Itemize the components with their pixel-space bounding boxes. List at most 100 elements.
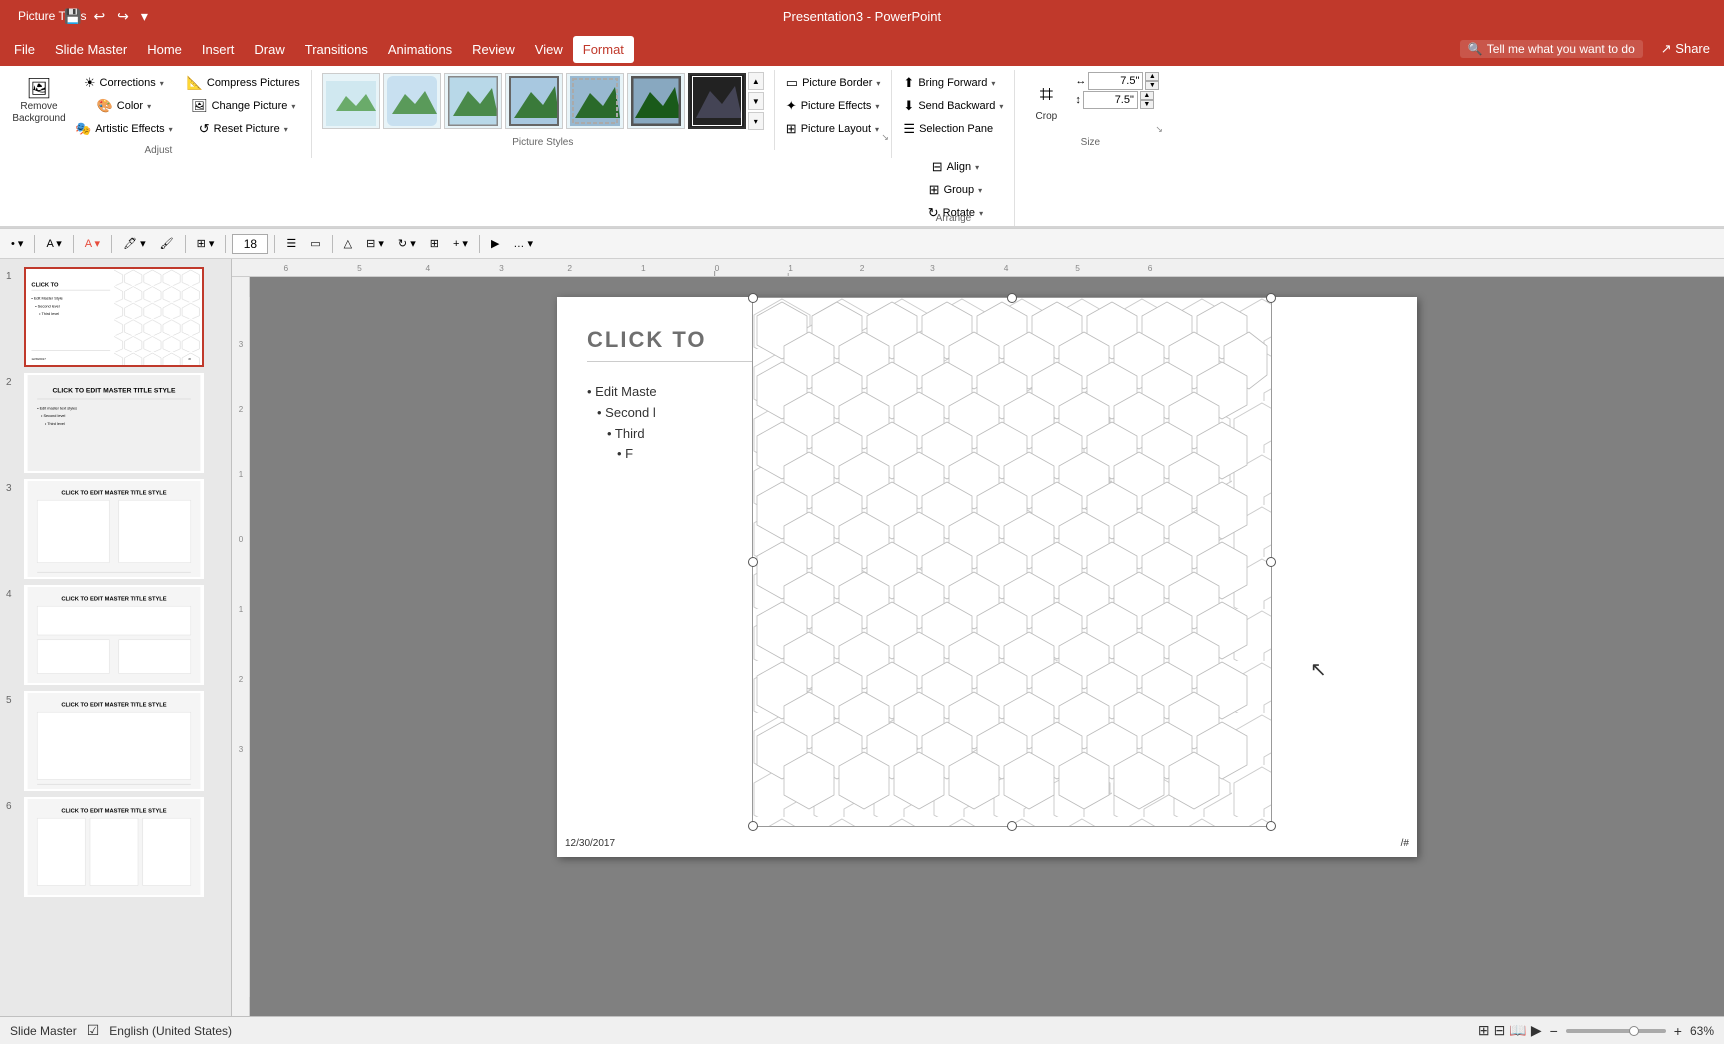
font-color-button[interactable]: A ▾ [80, 233, 105, 255]
bullet-button[interactable]: • ▾ [6, 233, 28, 255]
style-7-button[interactable] [688, 73, 746, 129]
border-dropdown-icon: ▾ [876, 79, 880, 88]
width-down[interactable]: ▼ [1145, 81, 1159, 90]
width-input[interactable] [1088, 72, 1143, 90]
remove-background-button[interactable]: 🖼 RemoveBackground [12, 72, 66, 132]
size-expand-icon[interactable]: ↘ [1155, 124, 1163, 132]
slide-thumb-6[interactable]: 6 CLICK TO EDIT MASTER TITLE STYLE [6, 797, 225, 897]
status-right: ⊞ ⊟ 📖 ▶ − + 63% [1478, 1022, 1714, 1039]
svg-text:• Second level: • Second level [41, 414, 65, 418]
slide-sorter-button[interactable]: ⊟ [1494, 1022, 1506, 1039]
smart-art-button[interactable]: ⊞ [425, 233, 444, 255]
qat-dropdown-icon[interactable]: ▾ [137, 6, 152, 27]
slide-show-button[interactable]: ▶ [1531, 1022, 1542, 1039]
style-1-button[interactable] [322, 73, 380, 129]
indent-button[interactable]: ⊞ ▾ [192, 233, 220, 255]
picture-effects-button[interactable]: ✦ Picture Effects ▾ [781, 95, 885, 117]
svg-text:2: 2 [238, 675, 243, 684]
insert-button[interactable]: + ▾ [448, 233, 473, 255]
slide-date: 12/30/2017 [565, 838, 615, 849]
canvas-row: 3 2 1 0 1 2 3 CLICK TO [232, 277, 1724, 1016]
menu-draw[interactable]: Draw [244, 36, 294, 63]
font-size-input[interactable] [232, 234, 268, 254]
border-style-button[interactable]: ▭ [305, 233, 325, 255]
picture-layout-button[interactable]: ⊞ Picture Layout ▾ [781, 118, 884, 140]
svg-text:• Edit Master Style: • Edit Master Style [31, 297, 62, 301]
compress-pictures-button[interactable]: 📐 Compress Pictures [182, 72, 305, 94]
bring-forward-button[interactable]: ⬆ Bring Forward ▾ [898, 72, 1000, 94]
artistic-effects-button[interactable]: 🎭 Artistic Effects ▾ [70, 118, 178, 140]
gallery-scroll-down[interactable]: ▼ [748, 92, 764, 110]
svg-text:• Second level: • Second level [35, 304, 59, 308]
send-backward-button[interactable]: ⬇ Send Backward ▾ [898, 95, 1008, 117]
undo-icon[interactable]: ↩ [89, 6, 109, 27]
picture-border-button[interactable]: ▭ Picture Border ▾ [781, 72, 886, 94]
save-icon[interactable]: 💾 [60, 6, 85, 27]
menu-animations[interactable]: Animations [378, 36, 462, 63]
normal-view-button[interactable]: ⊞ [1478, 1022, 1490, 1039]
slide-image-5[interactable]: CLICK TO EDIT MASTER TITLE STYLE [24, 691, 204, 791]
hex-pattern-image[interactable] [752, 297, 1272, 827]
format-button[interactable]: 🖌 [155, 233, 179, 255]
corrections-button[interactable]: ☀ Corrections ▾ [70, 72, 178, 94]
height-down[interactable]: ▼ [1140, 100, 1154, 109]
gallery-scroll-up[interactable]: ▲ [748, 72, 764, 90]
menu-transitions[interactable]: Transitions [295, 36, 378, 63]
menu-insert[interactable]: Insert [192, 36, 245, 63]
menu-view[interactable]: View [525, 36, 573, 63]
arrange-label: Arrange [892, 213, 1014, 224]
svg-text:1: 1 [238, 470, 243, 479]
style-4-button[interactable] [505, 73, 563, 129]
slide-thumb-1[interactable]: 1 CLICK TO [6, 267, 225, 367]
slide-thumb-3[interactable]: 3 CLICK TO EDIT MASTER TITLE STYLE [6, 479, 225, 579]
align-text-button[interactable]: ☰ [281, 233, 301, 255]
width-up[interactable]: ▲ [1145, 72, 1159, 81]
rotate-toolbar-button[interactable]: ↻ ▾ [393, 233, 421, 255]
menu-slide-master[interactable]: Slide Master [45, 36, 137, 63]
slide-thumb-5[interactable]: 5 CLICK TO EDIT MASTER TITLE STYLE [6, 691, 225, 791]
menu-home[interactable]: Home [137, 36, 192, 63]
slide-image-2[interactable]: CLICK TO EDIT MASTER TITLE STYLE • Edit … [24, 373, 204, 473]
color-button[interactable]: 🎨 Color ▾ [70, 95, 178, 117]
arrange-toolbar-button[interactable]: ⊟ ▾ [361, 233, 389, 255]
slide-thumb-4[interactable]: 4 CLICK TO EDIT MASTER TITLE STYLE [6, 585, 225, 685]
reading-view-button[interactable]: 📖 [1509, 1022, 1526, 1039]
redo-icon[interactable]: ↪ [113, 6, 133, 27]
menu-file[interactable]: File [4, 36, 45, 63]
slide-thumb-2[interactable]: 2 CLICK TO EDIT MASTER TITLE STYLE • Edi… [6, 373, 225, 473]
zoom-minus-button[interactable]: − [1550, 1023, 1558, 1039]
slide-image-6[interactable]: CLICK TO EDIT MASTER TITLE STYLE [24, 797, 204, 897]
zoom-percent[interactable]: 63% [1690, 1024, 1714, 1038]
font-button[interactable]: A ▾ [41, 233, 66, 255]
gallery-more[interactable]: ▾ [748, 112, 764, 130]
expand-icon[interactable]: ↘ [881, 132, 889, 140]
more-button[interactable]: … ▾ [508, 233, 538, 255]
crop-button[interactable]: ⌗ Crop [1021, 72, 1071, 132]
style-3-button[interactable] [444, 73, 502, 129]
height-spin: ▲ ▼ [1140, 91, 1154, 109]
zoom-plus-button[interactable]: + [1674, 1023, 1682, 1039]
bring-forward-dropdown: ▾ [991, 79, 995, 88]
reset-picture-button[interactable]: ↺ Reset Picture ▾ [182, 118, 305, 140]
style-6-button[interactable] [627, 73, 685, 129]
selection-pane-button[interactable]: ☰ Selection Pane [898, 118, 998, 140]
status-left: Slide Master ☑ English (United States) [10, 1022, 232, 1039]
highlight-button[interactable]: 🖊 ▾ [118, 233, 151, 255]
main-area: 1 CLICK TO [0, 259, 1724, 1016]
height-input[interactable] [1083, 91, 1138, 109]
slide-image-1[interactable]: CLICK TO • Edit Master Style • Second le… [24, 267, 204, 367]
style-2-button[interactable] [383, 73, 441, 129]
media-button[interactable]: ▶ [486, 233, 504, 255]
style-5-button[interactable] [566, 73, 624, 129]
menu-format[interactable]: Format [573, 36, 634, 63]
slide-image-4[interactable]: CLICK TO EDIT MASTER TITLE STYLE [24, 585, 204, 685]
slide-image-3[interactable]: CLICK TO EDIT MASTER TITLE STYLE [24, 479, 204, 579]
change-picture-button[interactable]: 🖼 Change Picture ▾ [182, 95, 305, 117]
align-button[interactable]: ⊟ Align ▾ [923, 156, 988, 178]
height-up[interactable]: ▲ [1140, 91, 1154, 100]
menu-review[interactable]: Review [462, 36, 525, 63]
zoom-slider[interactable] [1566, 1029, 1666, 1033]
slide-canvas-wrap[interactable]: CLICK TO • Edit Maste • Second l • Third… [250, 277, 1724, 1016]
group-button[interactable]: ⊞ Group ▾ [923, 179, 988, 201]
shape-button[interactable]: △ [339, 233, 357, 255]
